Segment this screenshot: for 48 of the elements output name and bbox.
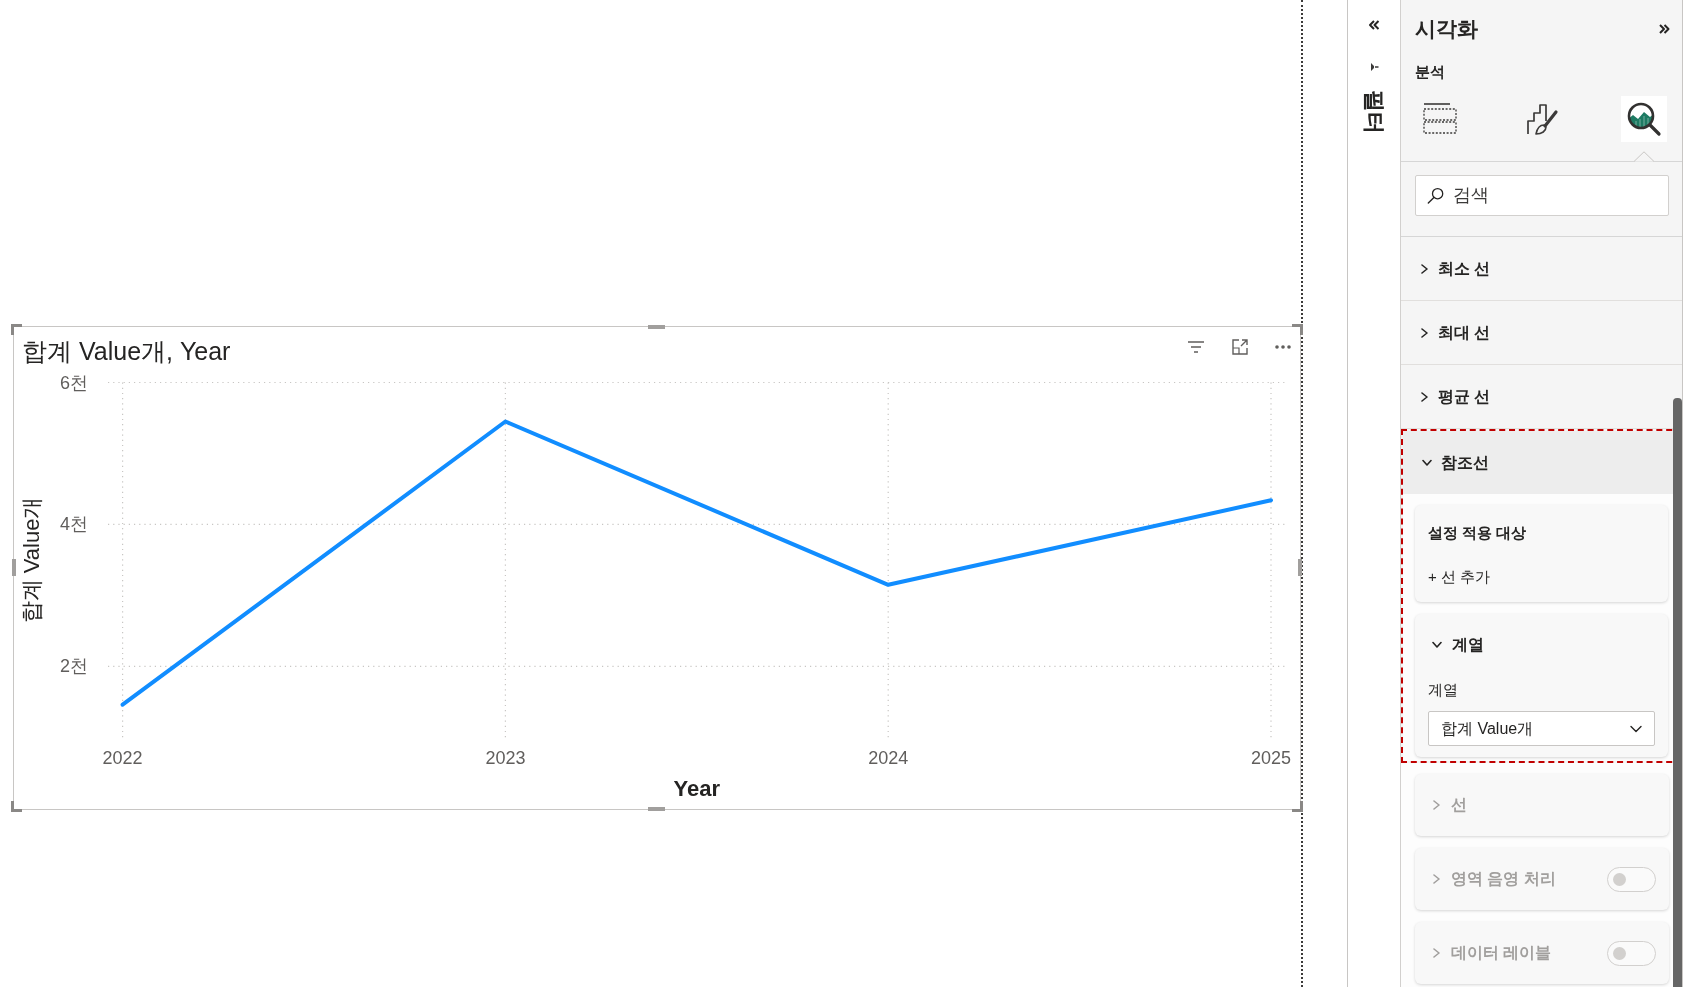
axis-tick-label: 2024 [868,748,909,768]
chevrons-right-icon[interactable] [1658,23,1670,35]
resize-handle[interactable] [1298,559,1302,576]
chevron-down-icon [1432,640,1442,650]
resize-handle[interactable] [648,325,665,329]
search-icon [1426,185,1445,206]
resize-handle[interactable] [1292,801,1303,812]
axis-tick-label: 6천 [60,372,88,393]
magnifier-chart-icon [1621,96,1667,142]
chevron-right-icon [1432,874,1441,884]
axis-title: 합계 Value개 [19,496,45,624]
chevron-right-icon [1420,391,1429,402]
search-input[interactable]: 검색 [1452,176,1668,215]
pane-title: 시각화 [1415,16,1478,42]
resize-handle[interactable] [12,559,16,576]
axis-tick-label: 2022 [102,748,143,768]
resize-handle[interactable] [11,324,22,335]
chevron-right-icon [1432,948,1441,958]
scrollbar[interactable] [1673,398,1682,987]
search-field[interactable]: 검색 [1415,175,1669,216]
series-dropdown[interactable]: 합계 Value개 [1428,711,1655,746]
field-label: 계열 [1428,680,1459,700]
pane-tab[interactable] [1619,94,1669,161]
section-header[interactable]: 평균 선 [1401,365,1671,428]
chart-title: 합계 Value개, Year [22,336,231,367]
chevron-right-icon [1420,263,1429,274]
card-heading: 설정 적용 대상 [1428,523,1527,543]
resize-handle[interactable] [648,807,665,811]
section-header[interactable]: 최대 선 [1401,301,1671,364]
chevron-down-icon [1630,724,1642,733]
resize-handle[interactable] [11,801,22,812]
axis-tick-label: 2025 [1251,748,1291,768]
add-line-button[interactable]: + 선 추가 [1428,563,1491,591]
chevron-down-icon [1422,457,1432,468]
axis-title: Year [673,776,721,801]
pane-title[interactable]: 필터 [1362,90,1386,134]
chevrons-left-icon[interactable] [1368,19,1380,31]
filter-icon [1369,62,1379,72]
notch-icon [1634,151,1654,162]
chevron-right-icon [1420,327,1429,338]
pane-subtitle: 분석 [1415,62,1446,82]
group-header[interactable]: 계열 [1428,614,1655,676]
more-options-icon[interactable] [1274,344,1292,350]
resize-handle[interactable] [1292,324,1303,335]
focus-mode-icon[interactable] [1230,337,1250,357]
section-header[interactable]: 최소 선 [1401,237,1671,300]
chevron-right-icon [1432,800,1441,810]
axis-tick-label: 2023 [485,748,526,768]
